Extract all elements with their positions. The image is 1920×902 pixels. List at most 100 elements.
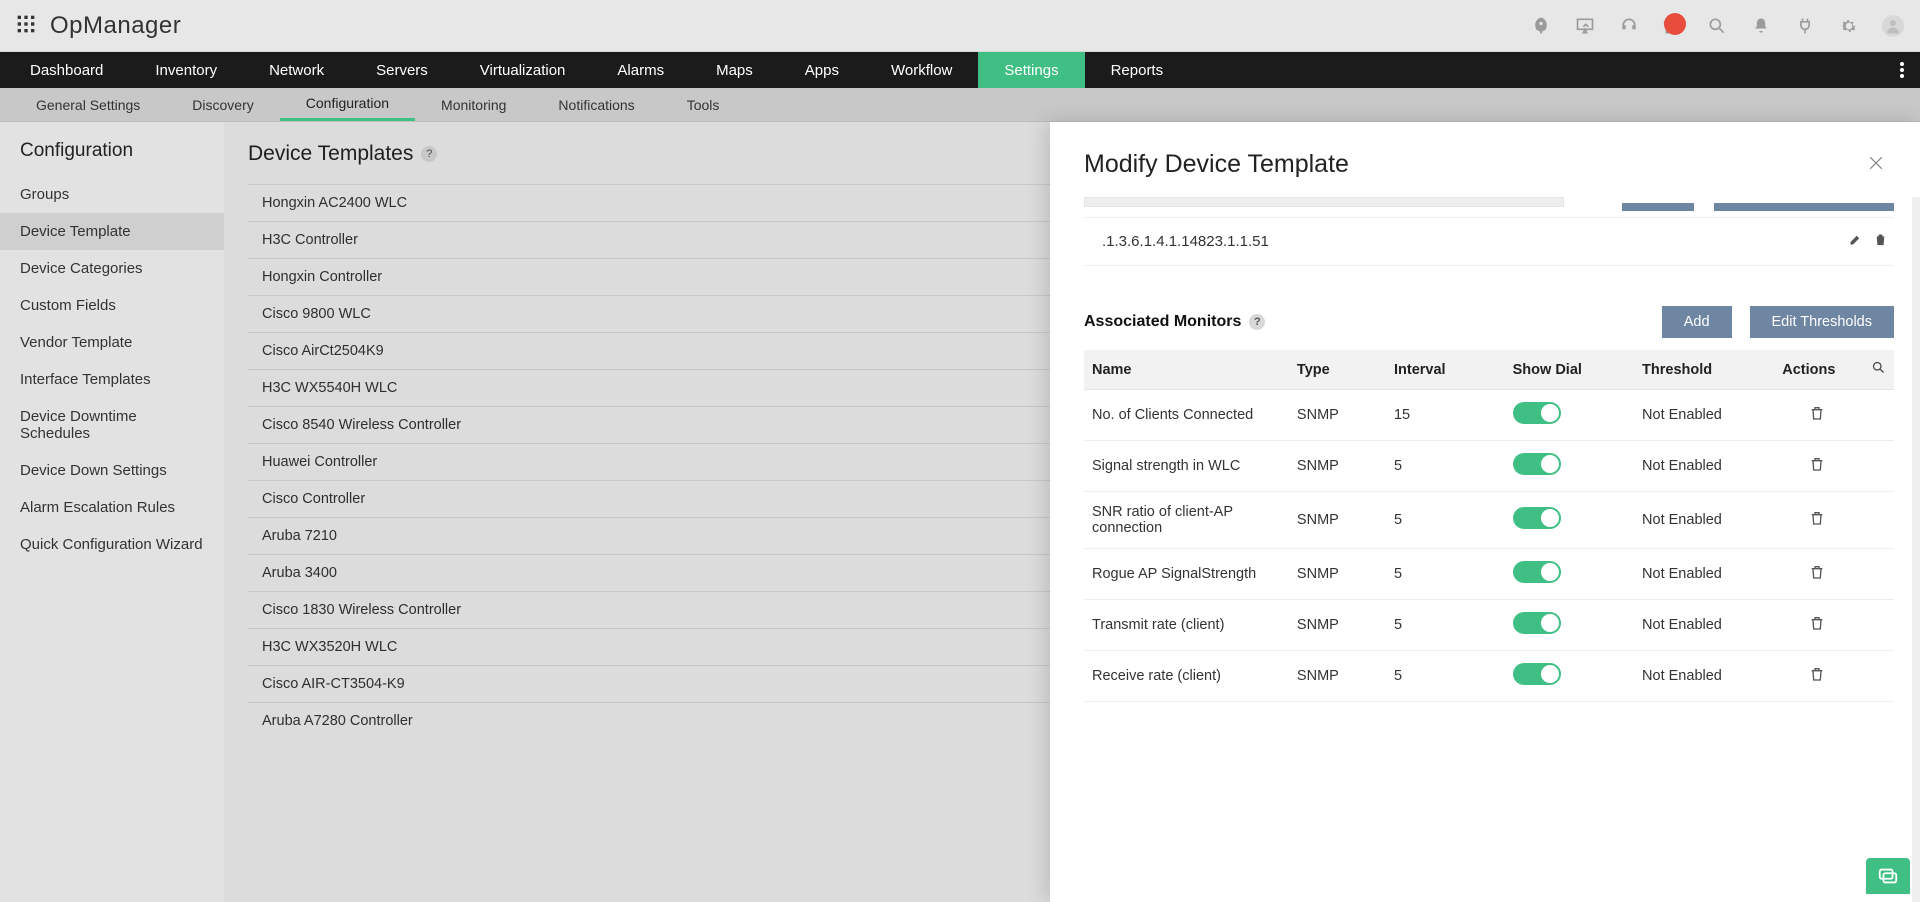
monitor-row: Rogue AP SignalStrengthSNMP5Not Enabled [1084, 549, 1894, 600]
sidebar-item-device-categories[interactable]: Device Categories [0, 250, 224, 287]
modal-header: Modify Device Template [1050, 122, 1920, 197]
sub-nav: General SettingsDiscoveryConfigurationMo… [0, 88, 1920, 122]
nav-network[interactable]: Network [243, 52, 350, 88]
nav-inventory[interactable]: Inventory [129, 52, 243, 88]
delete-icon[interactable] [1809, 460, 1825, 476]
app-grid-icon[interactable] [16, 14, 36, 37]
monitor-row: Transmit rate (client)SNMP5Not Enabled [1084, 600, 1894, 651]
delete-icon[interactable] [1873, 232, 1888, 251]
nav-apps[interactable]: Apps [779, 52, 865, 88]
modal: Modify Device Template .1.3.6.1.4.1.1482… [1050, 122, 1920, 902]
monitor-type: SNMP [1289, 600, 1386, 651]
monitors-table: Name Type Interval Show Dial Threshold A… [1084, 350, 1894, 702]
col-interval: Interval [1386, 350, 1505, 390]
monitor-threshold: Not Enabled [1634, 651, 1774, 702]
delete-icon[interactable] [1809, 670, 1825, 686]
sidebar-item-device-downtime-schedules[interactable]: Device Downtime Schedules [0, 398, 224, 452]
gear-icon[interactable] [1838, 15, 1860, 37]
monitor-name: Receive rate (client) [1084, 651, 1289, 702]
delete-icon[interactable] [1809, 619, 1825, 635]
edit-icon[interactable] [1848, 232, 1863, 251]
monitor-row: Receive rate (client)SNMP5Not Enabled [1084, 651, 1894, 702]
subnav-monitoring[interactable]: Monitoring [415, 88, 532, 121]
col-name: Name [1084, 350, 1289, 390]
sidebar-item-device-down-settings[interactable]: Device Down Settings [0, 452, 224, 489]
oid-value: .1.3.6.1.4.1.14823.1.1.51 [1102, 233, 1269, 250]
col-type: Type [1289, 350, 1386, 390]
sidebar-item-groups[interactable]: Groups [0, 176, 224, 213]
monitor-name: No. of Clients Connected [1084, 390, 1289, 441]
col-search[interactable] [1861, 350, 1894, 390]
ghost-button-1[interactable] [1622, 203, 1694, 211]
associated-title-text: Associated Monitors [1084, 313, 1241, 331]
showdial-toggle[interactable] [1513, 663, 1561, 685]
help-icon[interactable]: ? [1249, 314, 1265, 330]
sidebar: Configuration GroupsDevice TemplateDevic… [0, 122, 224, 902]
monitor-type: SNMP [1289, 651, 1386, 702]
delete-icon[interactable] [1809, 409, 1825, 425]
col-showdial: Show Dial [1505, 350, 1634, 390]
associated-header: Associated Monitors ? Add Edit Threshold… [1084, 306, 1894, 338]
subnav-configuration[interactable]: Configuration [280, 88, 415, 121]
delete-icon[interactable] [1809, 568, 1825, 584]
showdial-toggle[interactable] [1513, 561, 1561, 583]
monitor-type: SNMP [1289, 492, 1386, 549]
showdial-toggle[interactable] [1513, 612, 1561, 634]
sidebar-item-custom-fields[interactable]: Custom Fields [0, 287, 224, 324]
sidebar-item-alarm-escalation-rules[interactable]: Alarm Escalation Rules [0, 489, 224, 526]
subnav-tools[interactable]: Tools [661, 88, 746, 121]
brand-title: OpManager [50, 12, 181, 40]
nav-settings[interactable]: Settings [978, 52, 1084, 88]
monitor-threshold: Not Enabled [1634, 390, 1774, 441]
subnav-notifications[interactable]: Notifications [532, 88, 660, 121]
monitor-threshold: Not Enabled [1634, 492, 1774, 549]
monitor-row: Signal strength in WLCSNMP5Not Enabled [1084, 441, 1894, 492]
delete-icon[interactable] [1809, 514, 1825, 530]
nav-workflow[interactable]: Workflow [865, 52, 978, 88]
avatar[interactable] [1882, 15, 1904, 37]
monitor-row: No. of Clients ConnectedSNMP15Not Enable… [1084, 390, 1894, 441]
monitor-type: SNMP [1289, 549, 1386, 600]
ghost-button-2[interactable] [1714, 203, 1894, 211]
help-icon[interactable]: ? [421, 146, 437, 162]
modal-title: Modify Device Template [1084, 150, 1349, 179]
kebab-icon[interactable] [1884, 52, 1920, 88]
chat-float-icon[interactable] [1866, 858, 1910, 894]
monitor-interval: 5 [1386, 549, 1505, 600]
main-nav: DashboardInventoryNetworkServersVirtuali… [0, 52, 1920, 88]
nav-reports[interactable]: Reports [1085, 52, 1190, 88]
col-threshold: Threshold [1634, 350, 1774, 390]
monitor-name: SNR ratio of client-AP connection [1084, 492, 1289, 549]
input-placeholder-bar[interactable] [1084, 197, 1564, 207]
sidebar-item-quick-configuration-wizard[interactable]: Quick Configuration Wizard [0, 526, 224, 563]
sidebar-item-vendor-template[interactable]: Vendor Template [0, 324, 224, 361]
sidebar-item-device-template[interactable]: Device Template [0, 213, 224, 250]
ghost-button-row [1084, 197, 1894, 211]
headset-icon[interactable] [1618, 15, 1640, 37]
edit-thresholds-button[interactable]: Edit Thresholds [1750, 306, 1894, 338]
showdial-toggle[interactable] [1513, 402, 1561, 424]
monitor-type: SNMP [1289, 390, 1386, 441]
bell-icon[interactable] [1750, 15, 1772, 37]
monitor-row: SNR ratio of client-AP connectionSNMP5No… [1084, 492, 1894, 549]
nav-virtualization[interactable]: Virtualization [454, 52, 592, 88]
showdial-toggle[interactable] [1513, 453, 1561, 475]
sidebar-item-interface-templates[interactable]: Interface Templates [0, 361, 224, 398]
showdial-toggle[interactable] [1513, 507, 1561, 529]
gift-icon[interactable] [1662, 15, 1684, 37]
col-actions: Actions [1774, 350, 1860, 390]
search-icon[interactable] [1706, 15, 1728, 37]
subnav-discovery[interactable]: Discovery [166, 88, 279, 121]
nav-servers[interactable]: Servers [350, 52, 454, 88]
presentation-icon[interactable] [1574, 15, 1596, 37]
sidebar-title: Configuration [0, 140, 224, 176]
plug-icon[interactable] [1794, 15, 1816, 37]
associated-title: Associated Monitors ? [1084, 313, 1265, 331]
nav-dashboard[interactable]: Dashboard [4, 52, 129, 88]
nav-alarms[interactable]: Alarms [591, 52, 690, 88]
close-icon[interactable] [1866, 153, 1886, 176]
add-button[interactable]: Add [1662, 306, 1732, 338]
subnav-general-settings[interactable]: General Settings [10, 88, 166, 121]
nav-maps[interactable]: Maps [690, 52, 779, 88]
rocket-icon[interactable] [1530, 15, 1552, 37]
